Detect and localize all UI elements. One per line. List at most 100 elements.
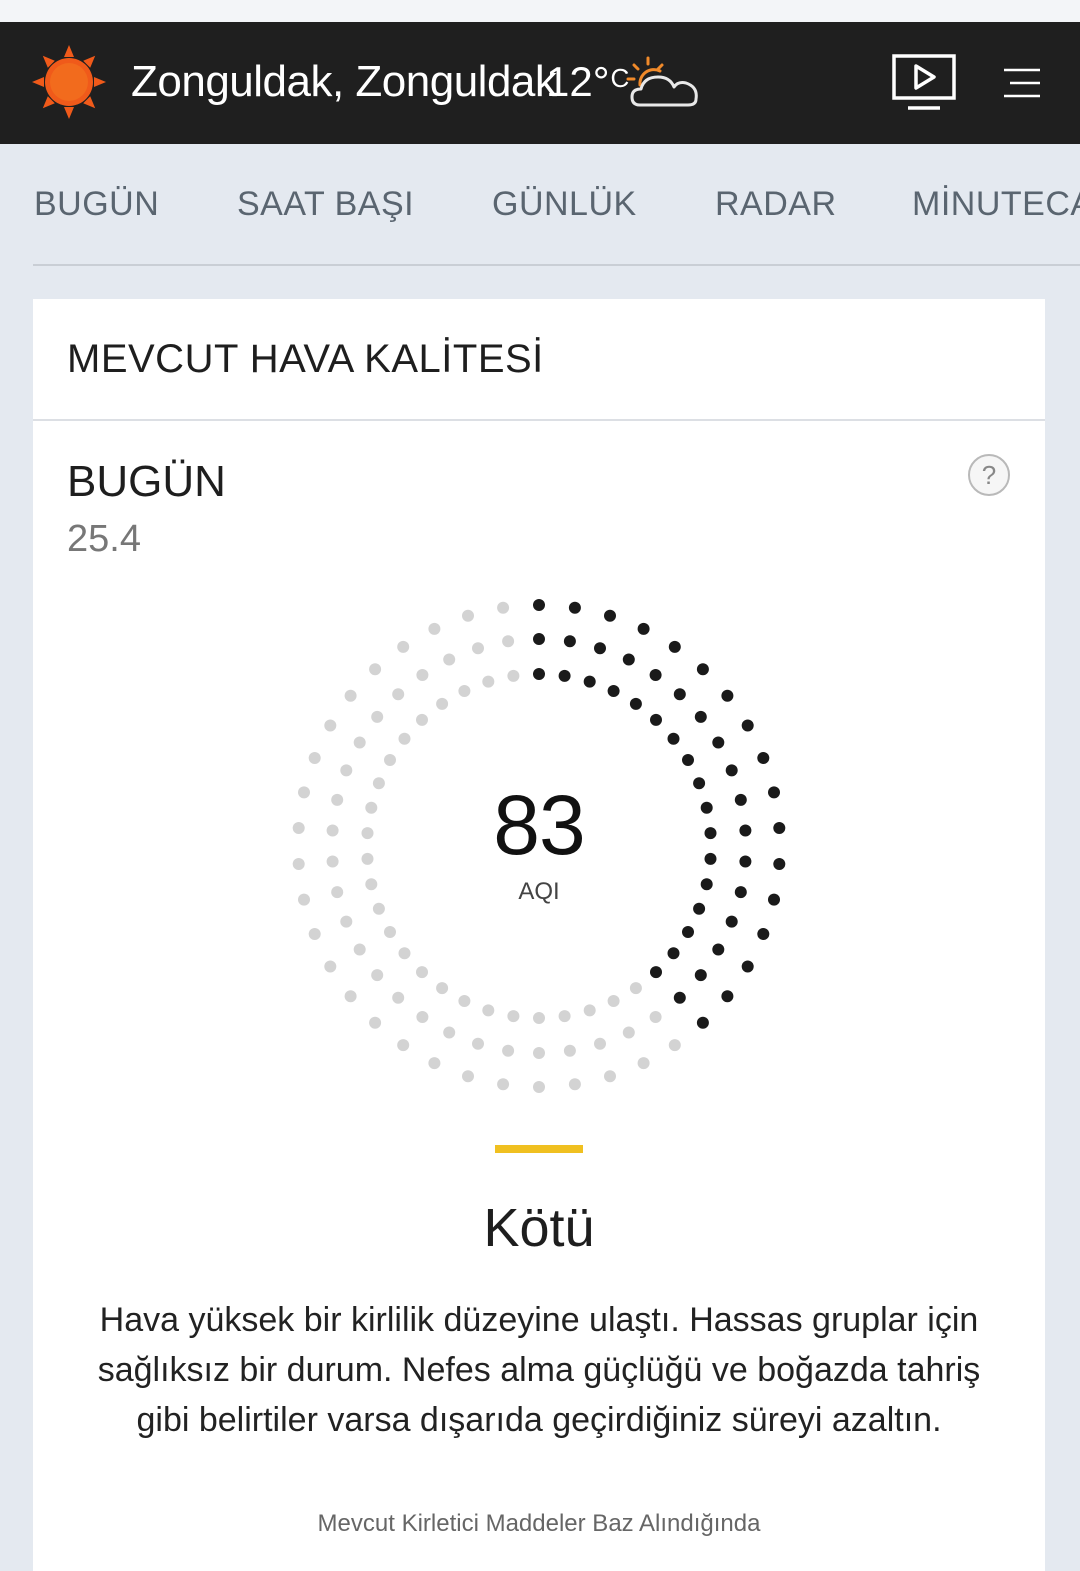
aqi-gauge-dot [563,635,576,648]
tab-gunluk[interactable]: GÜNLÜK [492,184,637,224]
aqi-gauge-dot [428,622,441,635]
aqi-gauge-dot [392,688,405,701]
aqi-gauge-dot [533,668,545,680]
current-temperature: 12°C [546,55,629,109]
aqi-gauge-dot [693,902,706,915]
aqi-label: AQI [518,878,560,905]
tab-bugun[interactable]: BUGÜN [34,184,159,224]
aqi-gauge-dot [292,858,305,870]
aqi-gauge-dot [533,1012,545,1024]
aqi-gauge-dot [298,893,310,906]
aqi-gauge-dot [622,653,635,666]
aqi-gauge-dot [443,1026,456,1039]
hamburger-menu-icon[interactable] [1000,67,1042,101]
aqi-gauge-dot [369,1016,382,1029]
aqi-gauge-dot [739,824,752,837]
aqi-gauge-dot [650,713,662,726]
aqi-gauge-dot [673,688,686,701]
aqi-gauge-dot [497,1078,510,1091]
aqi-gauge-dot [682,926,694,938]
aqi-gauge-dot [629,982,642,995]
aqi-gauge-dot [292,822,305,834]
aqi-gauge-dot [682,754,694,766]
aqi-gauge-dot [604,609,616,622]
aqi-gauge-dot [369,663,382,676]
aqi-gauge-dot [741,719,754,732]
aqi-gauge-dot [604,1070,616,1083]
aqi-gauge-dot [372,777,385,790]
aqi-gauge-dot [533,599,545,611]
tab-saat-basi[interactable]: SAAT BAŞI [237,184,414,224]
aqi-gauge-dot [739,855,752,868]
aqi-gauge-dot [637,1057,650,1070]
aqi-gauge-dot [734,793,747,806]
aqi-gauge-dot [694,710,707,723]
aqi-gauge-dot [668,1039,681,1052]
aqi-gauge-dot [773,822,786,834]
aqi-gauge-dot [331,886,344,899]
aqi-gauge-dot [667,947,680,960]
aqi-gauge-dot [436,697,449,710]
aqi-gauge-dot [416,669,429,681]
aqi-gauge-dot [607,685,620,697]
aqi-gauge-dot [472,1037,484,1050]
aqi-gauge-dot [326,824,339,837]
aqi-gauge-dot [344,990,357,1003]
aqi-gauge-dot [704,827,717,840]
aqi-gauge-dot [502,635,515,648]
aqi-gauge-dot [649,1011,662,1023]
aqi-gauge-dot [629,697,642,710]
sun-logo-icon[interactable] [30,43,108,121]
aqi-gauge-dot [768,893,780,906]
aqi-gauge-dot [324,960,337,973]
aqi-gauge-dot [416,713,428,726]
aqi-gauge-dot [365,878,378,891]
aqi-gauge-dot [353,943,366,956]
aqi-gauge-dot [398,732,411,745]
aqi-gauge-dot [416,1011,429,1023]
aqi-gauge-dot [392,991,405,1004]
aqi-gauge-dot [558,1010,571,1023]
aqi-gauge-dot [331,793,344,806]
footnote: Mevcut Kirletici Maddeler Baz Alındığınd… [317,1510,761,1537]
aqi-gauge-dot [308,928,321,940]
aqi-gauge-dot [384,926,396,938]
aqi-gauge-dot [650,966,662,979]
aqi-gauge-dot [668,640,681,653]
aqi-gauge-dot [533,633,545,645]
aqi-gauge-dot [507,1010,520,1023]
aqi-gauge-dot [757,752,770,764]
aqi-gauge-dot [384,754,396,766]
tab-radar[interactable]: RADAR [715,184,837,224]
aqi-gauge-dot [462,609,474,622]
help-button[interactable]: ? [968,454,1010,496]
aqi-gauge-dot [757,928,770,940]
video-play-icon[interactable] [890,52,958,114]
aqi-gauge-dot [773,858,786,870]
partly-cloudy-day-icon [626,56,698,107]
aqi-gauge-dot [533,1081,545,1093]
aqi-gauge-dot [344,689,357,702]
card-title: MEVCUT HAVA KALİTESİ [67,337,544,381]
aqi-gauge-dot [712,736,725,749]
aqi-gauge-dot [622,1026,635,1039]
card-divider [33,419,1045,421]
aqi-gauge-dot [443,653,456,666]
tab-bar-divider [33,264,1080,266]
location-name[interactable]: Zonguldak, Zonguldak [131,55,557,109]
aqi-gauge-dot [696,663,709,676]
aqi-gauge-dot [696,1016,709,1029]
aqi-gauge-dot [472,642,484,655]
aqi-gauge-dot [371,969,384,982]
aqi-gauge-dot [568,1078,581,1091]
today-value: 25.4 [67,518,141,560]
aqi-gauge-dot [673,991,686,1004]
status-strip [0,0,1080,22]
aqi-gauge-dot [298,786,310,799]
aqi-gauge-dot [533,1047,545,1059]
tab-bar: BUGÜN SAAT BAŞI GÜNLÜK RADAR MİNUTECA [0,144,1080,264]
aqi-gauge-dot [667,732,680,745]
aqi-gauge-dot [458,685,471,697]
aqi-gauge-dot [361,852,374,865]
tab-minutecast[interactable]: MİNUTECA [912,184,1080,224]
